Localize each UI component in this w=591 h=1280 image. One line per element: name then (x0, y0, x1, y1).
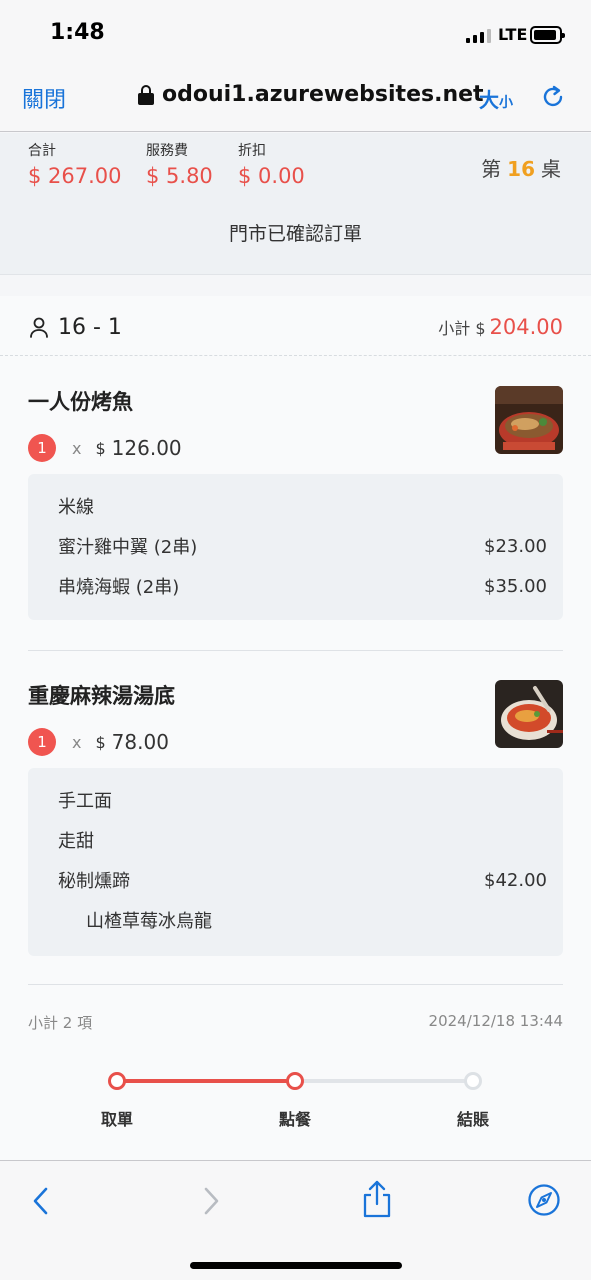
close-button[interactable]: 關閉 (22, 82, 66, 114)
compass-icon[interactable] (527, 1183, 561, 1217)
progress-dot (286, 1072, 304, 1090)
table-number-value: 16 (507, 157, 535, 181)
reload-icon[interactable] (540, 84, 566, 110)
guest-row: 16 - 1 小計 $204.00 (28, 310, 563, 344)
progress-line-done (117, 1079, 295, 1083)
item-price: 78.00 (111, 730, 169, 754)
network-type: LTE (498, 25, 528, 44)
order-summary: 合計 $ 267.00 服務費 $ 5.80 折扣 $ 0.00 第 16 桌 門市… (0, 133, 591, 275)
option-row: 山楂草莓冰烏龍 (58, 900, 547, 940)
item-qty-row: 1 x $ 78.00 (28, 728, 563, 756)
option-price: $42.00 (484, 869, 547, 891)
qty-badge: 1 (28, 434, 56, 462)
home-indicator (190, 1262, 402, 1269)
order-item: 一人份烤魚 1 x $ 126.00 (28, 386, 563, 462)
option-price: $23.00 (484, 535, 547, 557)
item-name: 一人份烤魚 (28, 390, 133, 414)
progress-label: 結賬 (456, 1110, 489, 1129)
option-name: 秘制燻蹄 (58, 871, 130, 892)
option-row: 走甜 (58, 820, 547, 860)
person-icon (30, 317, 48, 338)
url-field[interactable]: odoui1.azurewebsites.net (138, 82, 484, 107)
progress-line-pending (295, 1079, 473, 1083)
total-value: $ 267.00 (28, 164, 122, 188)
option-row: 米線 (58, 486, 547, 526)
guest-subtotal-label: 小計 $ (438, 319, 486, 338)
url-text: odoui1.azurewebsites.net (162, 82, 484, 107)
battery-icon (530, 26, 565, 44)
table-prefix: 第 (481, 157, 502, 181)
option-name: 米線 (58, 497, 94, 518)
option-name: 蜜汁雞中翼 (2串) (58, 537, 198, 558)
currency-symbol: $ (95, 438, 106, 458)
lock-icon (138, 84, 154, 105)
currency-symbol: $ (95, 732, 106, 752)
item-qty-row: 1 x $ 126.00 (28, 434, 563, 462)
item-photo-spicy-noodle-soup (495, 680, 563, 748)
item-divider (28, 650, 563, 651)
service-value: $ 5.80 (146, 164, 213, 188)
option-row: 蜜汁雞中翼 (2串) $23.00 (58, 526, 547, 566)
guest-number: 16 - 1 (58, 314, 122, 340)
service-label: 服務費 (146, 143, 188, 159)
option-name: 山楂草莓冰烏龍 (86, 911, 212, 932)
total-block: 合計 $ 267.00 (28, 140, 122, 188)
forward-icon[interactable] (200, 1185, 222, 1217)
option-name: 串燒海蝦 (2串) (58, 577, 180, 598)
multiply-sign: x (72, 732, 82, 752)
signal-icon (466, 29, 491, 43)
item-photo-grilled-fish (495, 386, 563, 454)
option-row: 手工面 (58, 780, 547, 820)
multiply-sign: x (72, 438, 82, 458)
discount-label: 折扣 (238, 143, 266, 159)
guest-label: 16 - 1 (28, 315, 122, 340)
qty-badge: 1 (28, 728, 56, 756)
item-price: 126.00 (111, 436, 182, 460)
text-size-big: 大 (479, 88, 499, 112)
table-number: 第 16 桌 (481, 153, 561, 182)
item-name: 重慶麻辣湯湯底 (28, 684, 175, 708)
order-status-text: 門市已確認訂單 (228, 223, 362, 245)
text-size-button[interactable]: 大小 (479, 84, 513, 113)
order-progress: 取單 點餐 結賬 (0, 1064, 591, 1134)
option-row: 串燒海蝦 (2串) $35.00 (58, 566, 547, 606)
back-icon[interactable] (30, 1185, 52, 1217)
progress-label: 點餐 (278, 1110, 311, 1129)
discount-block: 折扣 $ 0.00 (238, 140, 305, 188)
order-footer: 小計 2 項 2024/12/18 13:44 (28, 1012, 563, 1033)
status-time: 1:48 (50, 20, 105, 45)
guest-subtotal: 小計 $204.00 (438, 315, 563, 339)
status-bar: 1:48 LTE (0, 0, 591, 70)
item-count: 小計 2 項 (28, 1014, 93, 1032)
order-timestamp: 2024/12/18 13:44 (428, 1012, 563, 1030)
item-options: 米線 蜜汁雞中翼 (2串) $23.00 串燒海蝦 (2串) $35.00 (28, 474, 563, 620)
order-detail: 16 - 1 小計 $204.00 一人份烤魚 1 x $ 126.00 米線 … (0, 296, 591, 1160)
item-options: 手工面 走甜 秘制燻蹄 $42.00 山楂草莓冰烏龍 (28, 768, 563, 956)
service-block: 服務費 $ 5.80 (146, 140, 213, 188)
option-price: $35.00 (484, 575, 547, 597)
progress-dot (108, 1072, 126, 1090)
browser-nav-bar: 關閉 odoui1.azurewebsites.net 大小 (0, 70, 591, 132)
option-name: 走甜 (58, 831, 94, 852)
progress-dot (464, 1072, 482, 1090)
text-size-small: 小 (499, 95, 513, 111)
table-suffix: 桌 (541, 157, 561, 181)
total-label: 合計 (28, 143, 56, 159)
discount-value: $ 0.00 (238, 164, 305, 188)
dashed-divider (0, 355, 591, 356)
option-row: 秘制燻蹄 $42.00 (58, 860, 547, 900)
item-divider (28, 984, 563, 985)
guest-subtotal-value: 204.00 (489, 315, 563, 339)
option-name: 手工面 (58, 791, 112, 812)
order-item: 重慶麻辣湯湯底 1 x $ 78.00 (28, 680, 563, 756)
progress-label: 取單 (100, 1110, 133, 1129)
share-icon[interactable] (361, 1179, 393, 1219)
